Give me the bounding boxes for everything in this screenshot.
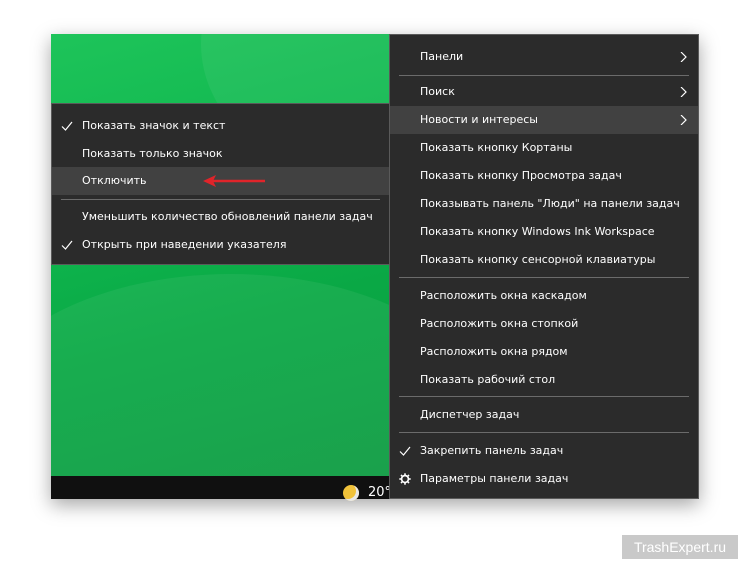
weather-temperature[interactable]: 20°C: [368, 485, 390, 501]
watermark: TrashExpert.ru: [622, 535, 738, 559]
menu-item-taskbar-settings[interactable]: Параметры панели задач: [390, 465, 698, 493]
menu-item-search[interactable]: Поиск: [390, 78, 698, 106]
menu-item-toolbars[interactable]: Панели: [390, 43, 698, 71]
menu-item-show-ink-workspace[interactable]: Показать кнопку Windows Ink Workspace: [390, 218, 698, 246]
menu-item-show-desktop[interactable]: Показать рабочий стол: [390, 366, 698, 394]
menu-separator: [399, 277, 689, 278]
menu-item-stack-windows[interactable]: Расположить окна стопкой: [390, 310, 698, 338]
menu-item-side-by-side[interactable]: Расположить окна рядом: [390, 338, 698, 366]
red-arrow-annotation-icon: [203, 175, 265, 187]
menu-item-lock-taskbar[interactable]: Закрепить панель задач: [390, 437, 698, 465]
submenu-item-reduce-updates[interactable]: Уменьшить количество обновлений панели з…: [52, 203, 389, 231]
chevron-right-icon: [680, 52, 687, 62]
taskbar-context-menu: Панели Поиск Новости и интересы Показать…: [389, 34, 699, 499]
gear-icon: [399, 473, 411, 485]
menu-item-show-task-view-button[interactable]: Показать кнопку Просмотра задач: [390, 162, 698, 190]
taskbar[interactable]: [51, 476, 391, 499]
menu-separator: [61, 199, 380, 200]
menu-separator: [399, 75, 689, 76]
submenu-item-turn-off[interactable]: Отключить: [52, 167, 389, 195]
checkmark-icon: [61, 240, 73, 250]
menu-item-news-and-interests[interactable]: Новости и интересы: [390, 106, 698, 134]
chevron-right-icon: [680, 87, 687, 97]
menu-item-cascade-windows[interactable]: Расположить окна каскадом: [390, 282, 698, 310]
menu-item-show-touch-keyboard[interactable]: Показать кнопку сенсорной клавиатуры: [390, 246, 698, 274]
news-interests-submenu: Показать значок и текст Показать только …: [51, 103, 390, 265]
chevron-right-icon: [680, 115, 687, 125]
checkmark-icon: [399, 446, 411, 456]
submenu-item-show-icon-and-text[interactable]: Показать значок и текст: [52, 112, 389, 140]
weather-icon[interactable]: [343, 485, 359, 501]
menu-item-show-cortana-button[interactable]: Показать кнопку Кортаны: [390, 134, 698, 162]
menu-item-task-manager[interactable]: Диспетчер задач: [390, 401, 698, 429]
submenu-item-open-on-hover[interactable]: Открыть при наведении указателя: [52, 231, 389, 259]
menu-separator: [399, 396, 689, 397]
submenu-item-show-icon-only[interactable]: Показать только значок: [52, 140, 389, 168]
checkmark-icon: [61, 121, 73, 131]
menu-separator: [399, 432, 689, 433]
menu-item-show-people[interactable]: Показывать панель "Люди" на панели задач: [390, 190, 698, 218]
